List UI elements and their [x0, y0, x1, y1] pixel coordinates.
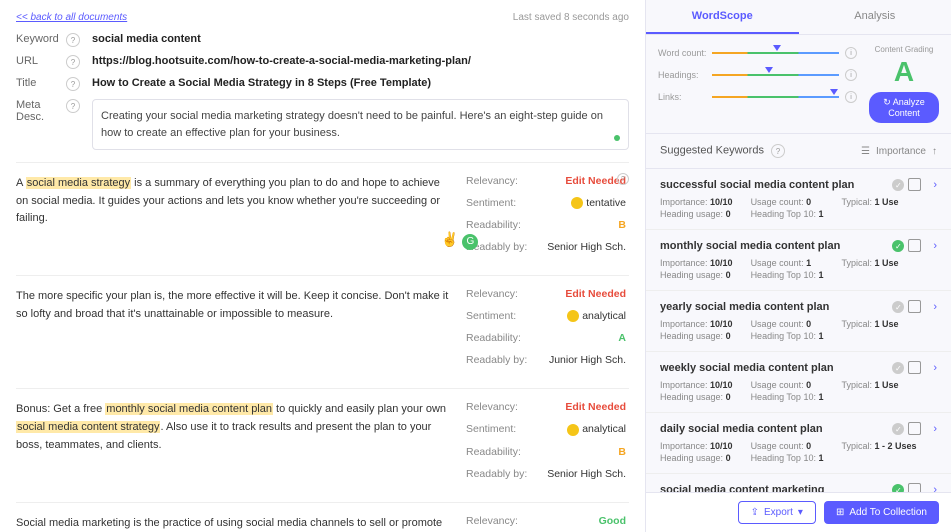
metrics: Relevancy:Edit NeededSentiment:tentative…	[466, 175, 626, 263]
tool-icons[interactable]: ✌️ G	[441, 231, 478, 250]
url-label: URL	[16, 55, 66, 67]
block-text[interactable]: Bonus: Get a free monthly social media c…	[16, 401, 466, 489]
sidebar-panel: WordScope Analysis Word count: i Headings…	[645, 0, 951, 532]
chevron-right-icon[interactable]: ›	[933, 362, 937, 374]
add-collection-button[interactable]: ⊞ Add To Collection	[824, 501, 939, 524]
content-block: ? A social media strategy is a summary of…	[16, 162, 629, 275]
keyword-item: yearly social media content plan✓›Import…	[646, 291, 951, 352]
keyword-name: daily social media content plan	[660, 423, 823, 435]
keyword-name: monthly social media content plan	[660, 240, 840, 252]
keyword-item: weekly social media content plan✓›Import…	[646, 352, 951, 413]
back-link[interactable]: << back to all documents	[16, 12, 127, 23]
block-text[interactable]: Social media marketing is the practice o…	[16, 515, 466, 532]
keyword-item: monthly social media content plan✓›Impor…	[646, 230, 951, 291]
check-icon: ✓	[892, 362, 904, 374]
check-icon: ✓	[892, 240, 904, 252]
highlight: monthly social media content plan	[105, 403, 273, 415]
content-block: The more specific your plan is, the more…	[16, 275, 629, 388]
analyze-button[interactable]: ↻ Analyze Content	[869, 92, 939, 123]
copy-icon[interactable]	[910, 180, 921, 191]
copy-icon[interactable]	[910, 485, 921, 493]
content-block: Bonus: Get a free monthly social media c…	[16, 388, 629, 501]
keyword-value: social media content	[92, 33, 629, 45]
links-label: Links:	[658, 92, 712, 102]
chevron-right-icon[interactable]: ›	[933, 179, 937, 191]
content-grade: A	[869, 56, 939, 88]
copy-icon[interactable]	[910, 241, 921, 252]
meta-desc-input[interactable]: Creating your social media marketing str…	[92, 99, 629, 150]
wordcount-label: Word count:	[658, 48, 712, 58]
keyword-name: weekly social media content plan	[660, 362, 834, 374]
status-dot	[614, 135, 620, 141]
check-icon: ✓	[892, 301, 904, 313]
tab-analysis[interactable]: Analysis	[799, 0, 951, 34]
help-icon[interactable]: ?	[66, 55, 80, 69]
keyword-item: daily social media content plan✓›Importa…	[646, 413, 951, 474]
check-icon: ✓	[892, 484, 904, 492]
keyword-item: social media content marketing ✓ ›	[646, 474, 951, 492]
help-icon[interactable]: ?	[66, 99, 80, 113]
url-value: https://blog.hootsuite.com/how-to-create…	[92, 55, 629, 67]
check-icon: ✓	[892, 179, 904, 191]
keyword-name: social media content marketing	[660, 484, 824, 492]
chevron-right-icon[interactable]: ›	[933, 484, 937, 492]
metrics: Relevancy:Edit NeededSentiment:analytica…	[466, 288, 626, 376]
content-block: Social media marketing is the practice o…	[16, 502, 629, 532]
links-slider[interactable]	[712, 89, 839, 105]
block-text[interactable]: The more specific your plan is, the more…	[16, 288, 466, 376]
chevron-right-icon[interactable]: ›	[933, 240, 937, 252]
info-icon[interactable]: i	[845, 69, 857, 81]
help-icon[interactable]: ?	[66, 33, 80, 47]
desc-label: Meta Desc.	[16, 99, 66, 123]
check-icon: ✓	[892, 423, 904, 435]
copy-icon[interactable]	[910, 302, 921, 313]
info-icon[interactable]: i	[845, 47, 857, 59]
info-icon[interactable]: ?	[617, 173, 629, 185]
keyword-name: yearly social media content plan	[660, 301, 829, 313]
tab-wordscope[interactable]: WordScope	[646, 0, 799, 34]
metrics: Relevancy:Good	[466, 515, 626, 532]
sidebar-tabs: WordScope Analysis	[646, 0, 951, 35]
suggested-title: Suggested Keywords ?	[660, 144, 785, 158]
metrics: Relevancy:Edit NeededSentiment:analytica…	[466, 401, 626, 489]
chevron-right-icon[interactable]: ›	[933, 423, 937, 435]
headings-label: Headings:	[658, 70, 712, 80]
grading-label: Content Grading	[869, 45, 939, 54]
title-label: Title	[16, 77, 66, 89]
export-button[interactable]: ⇪ Export ▾	[738, 501, 816, 524]
last-saved-text: Last saved 8 seconds ago	[513, 12, 629, 23]
sort-dropdown[interactable]: ☰ Importance ↑	[861, 146, 937, 157]
title-value: How to Create a Social Media Strategy in…	[92, 77, 629, 89]
keyword-label: Keyword	[16, 33, 66, 45]
keyword-item: successful social media content plan✓›Im…	[646, 169, 951, 230]
copy-icon[interactable]	[910, 424, 921, 435]
help-icon[interactable]: ?	[66, 77, 80, 91]
info-icon[interactable]: i	[845, 91, 857, 103]
highlight: social media content strategy	[16, 421, 160, 433]
highlight: social media strategy	[26, 177, 131, 189]
copy-icon[interactable]	[910, 363, 921, 374]
keyword-name: successful social media content plan	[660, 179, 854, 191]
editor-panel: << back to all documents Last saved 8 se…	[0, 0, 645, 532]
wordcount-slider[interactable]	[712, 45, 839, 61]
block-text[interactable]: A social media strategy is a summary of …	[16, 175, 466, 263]
chevron-right-icon[interactable]: ›	[933, 301, 937, 313]
headings-slider[interactable]	[712, 67, 839, 83]
